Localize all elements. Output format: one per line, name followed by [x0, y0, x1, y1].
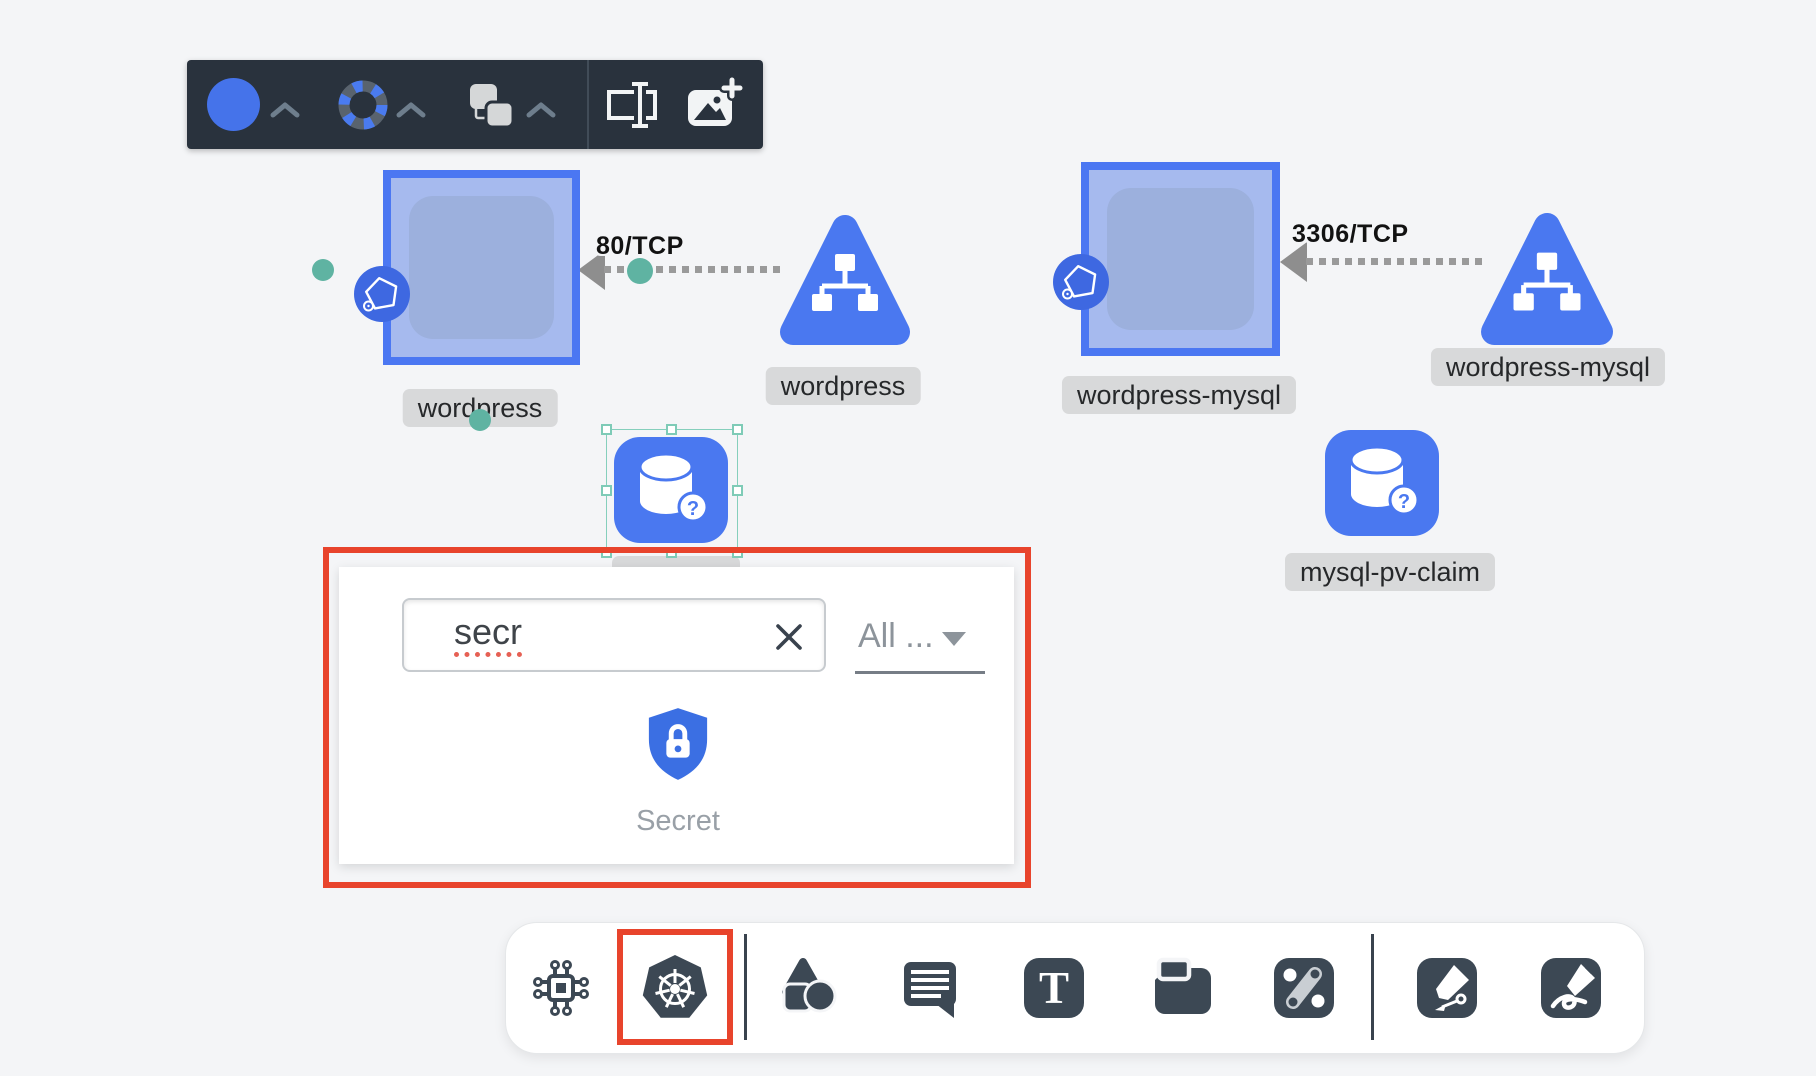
deployment-badge-icon[interactable]: [354, 266, 410, 322]
stroke-style-ring-icon[interactable]: [336, 78, 390, 132]
connection-point[interactable]: [312, 259, 334, 281]
circuit-icon[interactable]: [529, 956, 593, 1020]
search-input[interactable]: secr: [402, 598, 826, 672]
node-label: wordpress: [766, 367, 921, 405]
clone-style-expand-chevron-icon[interactable]: [524, 100, 558, 120]
deployment-badge-icon[interactable]: [1053, 254, 1109, 310]
pen-icon[interactable]: [1415, 956, 1479, 1020]
stroke-style-expand-chevron-icon[interactable]: [394, 100, 428, 120]
result-item-label[interactable]: Secret: [636, 805, 720, 838]
node-label: wordpress-mysql: [1431, 348, 1665, 386]
node-mysql-pv-claim[interactable]: ?: [1325, 430, 1439, 536]
selection-handle[interactable]: [666, 424, 677, 435]
canvas[interactable]: wordpress 80/TCP wordpress wordpress-mys…: [0, 0, 1816, 1076]
node-mysql-service[interactable]: [1480, 209, 1614, 349]
node-wordpress-service[interactable]: [779, 212, 911, 348]
scribble-icon[interactable]: [1539, 956, 1603, 1020]
toolbar-divider: [587, 60, 589, 149]
toolbar-divider: [744, 934, 747, 1040]
svg-text:?: ?: [687, 498, 699, 520]
node-pv-claim-selected[interactable]: ?: [614, 437, 728, 543]
edge-endpoint-dot[interactable]: [627, 258, 653, 284]
rename-icon[interactable]: [600, 77, 664, 133]
node-wordpress-deployment[interactable]: [383, 170, 580, 365]
frame-icon[interactable]: [1151, 956, 1215, 1020]
clear-search-icon[interactable]: [772, 620, 806, 654]
selection-handle[interactable]: [601, 485, 612, 496]
style-toolbar: [187, 60, 763, 149]
comment-icon[interactable]: [898, 956, 962, 1020]
shapes-icon[interactable]: [776, 956, 840, 1020]
deployment-inner-shape: [409, 196, 554, 339]
connector-icon[interactable]: [1272, 956, 1336, 1020]
text-icon[interactable]: T: [1022, 956, 1086, 1020]
add-image-icon[interactable]: [683, 77, 743, 133]
svg-text:T: T: [1039, 963, 1069, 1013]
clone-style-icon[interactable]: [462, 77, 518, 133]
selection-handle[interactable]: [601, 424, 612, 435]
node-label: mysql-pv-claim: [1285, 553, 1495, 591]
fill-color-swatch[interactable]: [207, 78, 260, 131]
deployment-inner-shape: [1107, 188, 1254, 330]
secret-shield-icon[interactable]: [645, 706, 711, 782]
chevron-down-icon[interactable]: [942, 632, 966, 646]
filter-select[interactable]: All ...: [858, 617, 934, 656]
edge-label: 80/TCP: [596, 232, 684, 261]
selection-handle[interactable]: [732, 424, 743, 435]
svg-text:?: ?: [1398, 491, 1410, 513]
filter-underline: [855, 671, 985, 674]
toolbar-divider: [1371, 934, 1374, 1040]
edge-mysql[interactable]: [1306, 258, 1482, 265]
edge-label: 3306/TCP: [1292, 220, 1409, 249]
search-input-value: secr: [454, 613, 522, 657]
fill-color-expand-chevron-icon[interactable]: [268, 100, 302, 120]
node-mysql-deployment[interactable]: [1081, 162, 1280, 356]
active-tool-highlight: [617, 929, 733, 1045]
node-label: wordpress-mysql: [1062, 376, 1296, 414]
connection-point[interactable]: [469, 409, 491, 431]
selection-handle[interactable]: [732, 485, 743, 496]
